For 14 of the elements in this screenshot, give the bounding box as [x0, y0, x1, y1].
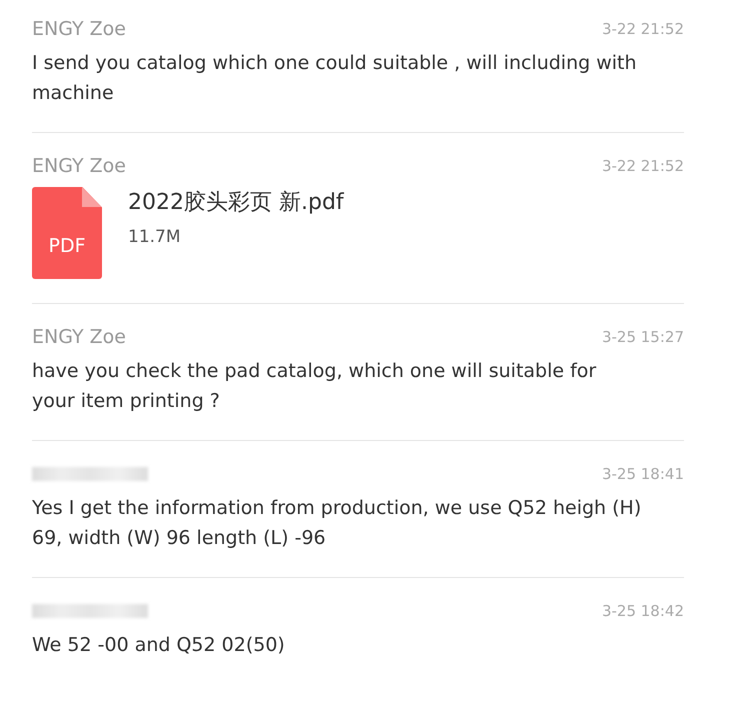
file-size: 11.7M: [128, 227, 182, 247]
message-text: We 52 -00 and Q52 02(50): [32, 633, 286, 658]
message-time: 3-25 15:27: [602, 328, 684, 346]
sender-name: ENGY Zoe: [32, 155, 126, 177]
message-time: 3-22 21:52: [602, 157, 684, 175]
message-time: 3-25 18:42: [602, 602, 684, 620]
message-text: have you check the pad catalog, which one will suitable for your item printing ?: [32, 359, 598, 414]
sender-name: ENGY Zoe: [32, 326, 126, 348]
message-time: 3-22 21:52: [602, 20, 684, 38]
file-name[interactable]: 2022胶头彩页 新.pdf: [128, 187, 344, 217]
message-text: Yes I get the information from production, we use Q52 heigh (H) 69, width (W) 96 length (L) -96: [32, 496, 642, 551]
message-time: 3-25 18:41: [602, 465, 684, 483]
sender-name: ENGY Zoe: [32, 18, 126, 40]
message-text: I send you catalog which one could suitable , will including with machine: [32, 51, 638, 106]
